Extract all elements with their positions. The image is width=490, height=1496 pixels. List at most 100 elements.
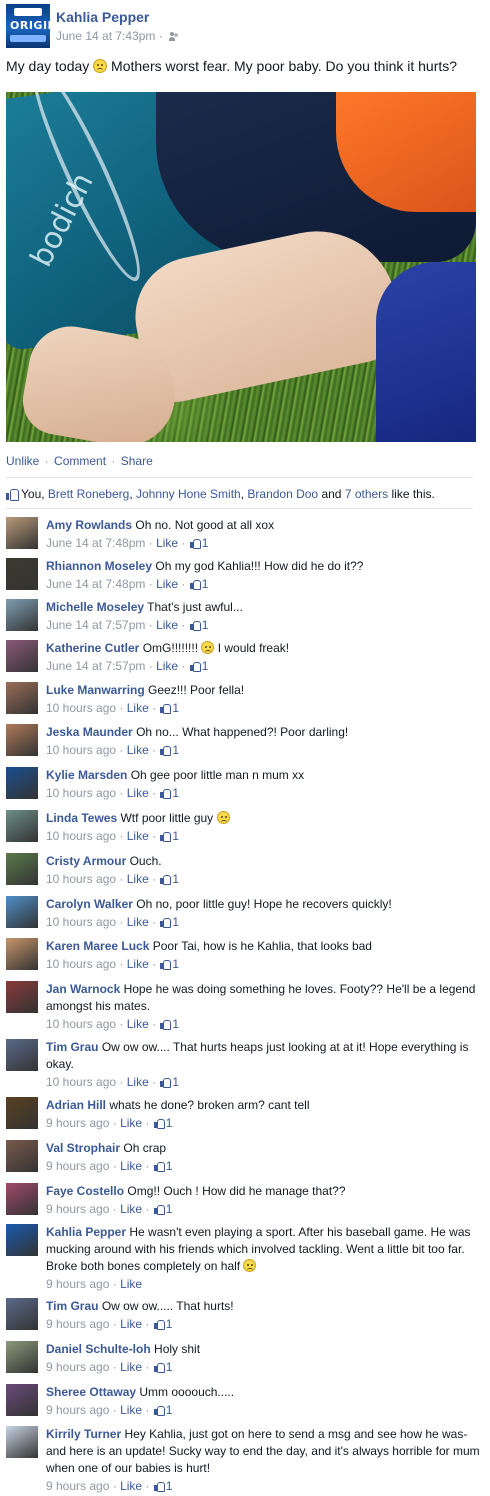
commenter-avatar[interactable]: [6, 640, 38, 672]
post-time-link[interactable]: June 14 at 7:43pm: [56, 29, 155, 43]
comment-timestamp[interactable]: 10 hours ago: [46, 1075, 116, 1089]
comment-timestamp[interactable]: June 14 at 7:48pm: [46, 577, 145, 591]
comment-like-count[interactable]: 1: [159, 743, 179, 757]
comment-like-count[interactable]: 1: [189, 536, 208, 550]
commenter-avatar[interactable]: [6, 1341, 38, 1373]
commenter-avatar[interactable]: [6, 981, 38, 1013]
comment-like-count[interactable]: 1: [153, 1116, 172, 1130]
commenter-name[interactable]: Jeska Maunder: [46, 725, 133, 739]
comment-timestamp[interactable]: 9 hours ago: [46, 1116, 109, 1130]
comment-like-link[interactable]: Like: [127, 915, 149, 929]
comment-timestamp[interactable]: 9 hours ago: [46, 1277, 109, 1291]
comment-like-link[interactable]: Like: [127, 829, 149, 843]
commenter-name[interactable]: Luke Manwarring: [46, 683, 145, 697]
comment-like-link[interactable]: Like: [120, 1159, 142, 1173]
commenter-avatar[interactable]: [6, 558, 38, 590]
commenter-name[interactable]: Sheree Ottaway: [46, 1385, 136, 1399]
commenter-avatar[interactable]: [6, 724, 38, 756]
comment-timestamp[interactable]: June 14 at 7:57pm: [46, 618, 145, 632]
unlike-link[interactable]: Unlike: [6, 454, 39, 468]
commenter-name[interactable]: Tim Grau: [46, 1299, 98, 1313]
share-link[interactable]: Share: [121, 454, 153, 468]
commenter-avatar[interactable]: [6, 1183, 38, 1215]
comment-like-count[interactable]: 1: [189, 577, 208, 591]
comment-like-link[interactable]: Like: [127, 872, 149, 886]
comment-like-count[interactable]: 1: [189, 618, 208, 632]
comment-timestamp[interactable]: 10 hours ago: [46, 743, 116, 757]
comment-like-count[interactable]: 1: [159, 1075, 179, 1089]
commenter-avatar[interactable]: [6, 1384, 38, 1416]
commenter-name[interactable]: Karen Maree Luck: [46, 939, 149, 953]
comment-like-count[interactable]: 1: [189, 659, 208, 673]
post-photo[interactable]: bodich: [6, 92, 476, 442]
commenter-name[interactable]: Amy Rowlands: [46, 518, 132, 532]
comment-like-link[interactable]: Like: [127, 701, 149, 715]
commenter-name[interactable]: Rhiannon Moseley: [46, 559, 152, 573]
comment-like-count[interactable]: 1: [153, 1403, 172, 1417]
comment-like-link[interactable]: Like: [156, 659, 178, 673]
comment-like-count[interactable]: 1: [153, 1202, 172, 1216]
comment-like-count[interactable]: 1: [159, 957, 179, 971]
commenter-avatar[interactable]: [6, 1224, 38, 1256]
comment-like-link[interactable]: Like: [120, 1116, 142, 1130]
commenter-name[interactable]: Katherine Cutler: [46, 641, 139, 655]
commenter-avatar[interactable]: [6, 896, 38, 928]
comment-timestamp[interactable]: 10 hours ago: [46, 786, 116, 800]
comment-timestamp[interactable]: June 14 at 7:57pm: [46, 659, 145, 673]
comment-timestamp[interactable]: 10 hours ago: [46, 701, 116, 715]
commenter-avatar[interactable]: [6, 1298, 38, 1330]
comment-like-link[interactable]: Like: [120, 1317, 142, 1331]
commenter-avatar[interactable]: [6, 599, 38, 631]
commenter-name[interactable]: Cristy Armour: [46, 854, 126, 868]
commenter-avatar[interactable]: [6, 853, 38, 885]
others-link[interactable]: 7 others: [345, 487, 388, 501]
commenter-name[interactable]: Linda Tewes: [46, 811, 117, 825]
commenter-avatar[interactable]: [6, 517, 38, 549]
comment-like-count[interactable]: 1: [153, 1159, 172, 1173]
comment-timestamp[interactable]: 10 hours ago: [46, 957, 116, 971]
liker-link[interactable]: Brett Roneberg: [48, 487, 129, 501]
comment-link[interactable]: Comment: [54, 454, 106, 468]
author-avatar[interactable]: ORIGIN: [6, 4, 50, 48]
comment-timestamp[interactable]: 9 hours ago: [46, 1202, 109, 1216]
comment-like-link[interactable]: Like: [156, 618, 178, 632]
comment-like-link[interactable]: Like: [120, 1360, 142, 1374]
commenter-avatar[interactable]: [6, 1426, 38, 1458]
commenter-name[interactable]: Kylie Marsden: [46, 768, 127, 782]
comment-like-count[interactable]: 1: [159, 1017, 179, 1031]
commenter-name[interactable]: Jan Warnock: [46, 982, 120, 996]
comment-like-count[interactable]: 1: [159, 701, 179, 715]
comment-like-link[interactable]: Like: [127, 1075, 149, 1089]
comment-timestamp[interactable]: 10 hours ago: [46, 1017, 116, 1031]
friends-privacy-icon[interactable]: [169, 32, 180, 41]
comment-timestamp[interactable]: June 14 at 7:48pm: [46, 536, 145, 550]
comment-like-link[interactable]: Like: [120, 1403, 142, 1417]
comment-like-count[interactable]: 1: [159, 915, 179, 929]
comment-timestamp[interactable]: 10 hours ago: [46, 872, 116, 886]
commenter-name[interactable]: Kirrily Turner: [46, 1427, 121, 1441]
comment-like-link[interactable]: Like: [120, 1479, 142, 1493]
comment-like-link[interactable]: Like: [156, 577, 178, 591]
comment-timestamp[interactable]: 9 hours ago: [46, 1403, 109, 1417]
comment-like-count[interactable]: 1: [159, 872, 179, 886]
commenter-avatar[interactable]: [6, 1097, 38, 1129]
liker-link[interactable]: Johnny Hone Smith: [136, 487, 241, 501]
commenter-name[interactable]: Faye Costello: [46, 1184, 124, 1198]
commenter-avatar[interactable]: [6, 682, 38, 714]
comment-like-link[interactable]: Like: [120, 1202, 142, 1216]
commenter-name[interactable]: Daniel Schulte-loh: [46, 1342, 151, 1356]
comment-like-link[interactable]: Like: [127, 786, 149, 800]
commenter-name[interactable]: Val Strophair: [46, 1141, 120, 1155]
comment-like-count[interactable]: 1: [159, 829, 179, 843]
liker-link[interactable]: Brandon Doo: [247, 487, 318, 501]
commenter-name[interactable]: Tim Grau: [46, 1040, 98, 1054]
comment-timestamp[interactable]: 10 hours ago: [46, 829, 116, 843]
comment-like-count[interactable]: 1: [153, 1317, 172, 1331]
commenter-name[interactable]: Michelle Moseley: [46, 600, 144, 614]
comment-like-link[interactable]: Like: [127, 1017, 149, 1031]
commenter-name[interactable]: Carolyn Walker: [46, 897, 133, 911]
commenter-avatar[interactable]: [6, 1140, 38, 1172]
commenter-avatar[interactable]: [6, 810, 38, 842]
comment-like-count[interactable]: 1: [153, 1360, 172, 1374]
commenter-avatar[interactable]: [6, 767, 38, 799]
